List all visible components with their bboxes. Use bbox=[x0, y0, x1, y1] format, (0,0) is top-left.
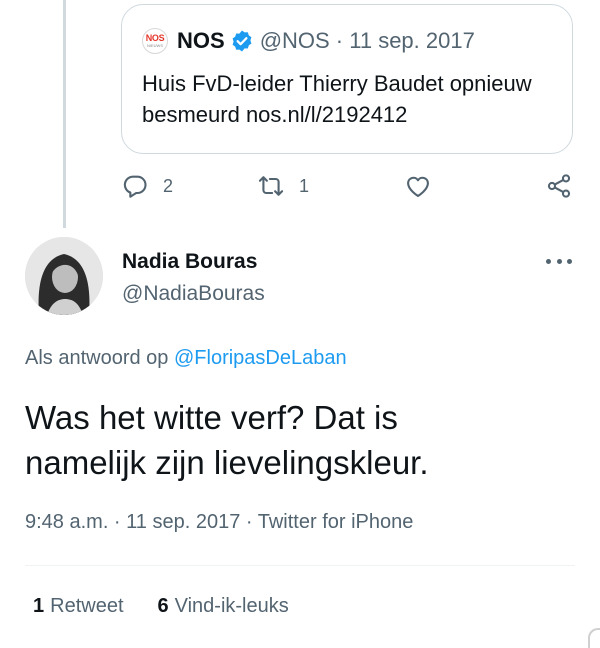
retweet-button[interactable]: 1 bbox=[257, 172, 309, 200]
likes-stat[interactable]: 6 Vind-ik-leuks bbox=[158, 595, 289, 618]
nos-logo-text: NOS bbox=[145, 33, 165, 43]
nos-logo-subtext: NIEUWS bbox=[147, 43, 163, 48]
nos-avatar[interactable]: NOS NIEUWS bbox=[142, 28, 168, 54]
quoted-tweet-header: NOS NIEUWS NOS @NOS · 11 sep. 2017 bbox=[142, 27, 552, 55]
more-dot bbox=[556, 258, 562, 264]
author-avatar[interactable] bbox=[25, 237, 103, 315]
tweet-text-line: Was het witte verf? Dat is bbox=[25, 399, 398, 436]
quoted-tweet-meta: @NOS · 11 sep. 2017 bbox=[259, 28, 475, 53]
retweets-stat[interactable]: 1 Retweet bbox=[33, 595, 124, 618]
share-icon bbox=[547, 174, 571, 198]
reply-mention-link[interactable]: @FloripasDeLaban bbox=[174, 347, 347, 369]
quoted-tweet-text-line: besmeurd nos.nl/l/2192412 bbox=[142, 102, 408, 127]
reply-context: Als antwoord op @FloripasDeLaban bbox=[25, 347, 347, 370]
tweet-text: Was het witte verf? Dat is namelijk zijn… bbox=[25, 395, 585, 485]
author-avatar-photo bbox=[25, 237, 103, 315]
reply-button[interactable]: 2 bbox=[121, 172, 173, 200]
thread-connector-line bbox=[63, 0, 66, 228]
more-dot bbox=[567, 258, 572, 264]
reply-count: 2 bbox=[163, 175, 174, 196]
reply-prefix: Als antwoord op bbox=[25, 347, 169, 369]
tweet-action-bar: 2 1 bbox=[121, 172, 581, 204]
more-dot bbox=[546, 258, 551, 264]
retweet-count: 1 bbox=[299, 175, 310, 196]
tweet-timestamp-source[interactable]: 9:48 a.m. · 11 sep. 2017 · Twitter for i… bbox=[25, 511, 413, 534]
author-name[interactable]: Nadia Bouras bbox=[122, 250, 257, 274]
scroll-edge-indicator bbox=[588, 628, 600, 648]
likes-count: 6 bbox=[157, 595, 169, 617]
retweets-count: 1 bbox=[33, 595, 45, 617]
quoted-tweet-text: Huis FvD-leider Thierry Baudet opnieuw b… bbox=[142, 68, 552, 130]
tweet-detail-view: NOS NIEUWS NOS @NOS · 11 sep. 2017 Huis … bbox=[0, 0, 600, 648]
retweet-icon bbox=[258, 176, 284, 196]
like-icon bbox=[407, 176, 429, 197]
share-button[interactable] bbox=[545, 172, 573, 200]
more-options-icon[interactable] bbox=[546, 251, 572, 271]
likes-label: Vind-ik-leuks bbox=[174, 595, 289, 617]
like-button[interactable] bbox=[404, 172, 432, 200]
verified-badge-icon bbox=[232, 30, 252, 52]
quoted-tweet-text-line: Huis FvD-leider Thierry Baudet opnieuw bbox=[142, 71, 532, 96]
quoted-author-name[interactable]: NOS bbox=[177, 28, 225, 54]
tweet-stats: 1 Retweet 6 Vind-ik-leuks bbox=[33, 595, 289, 618]
reply-icon bbox=[123, 175, 147, 198]
divider bbox=[25, 565, 575, 566]
author-handle[interactable]: @NadiaBouras bbox=[122, 282, 265, 306]
quoted-tweet-card[interactable]: NOS NIEUWS NOS @NOS · 11 sep. 2017 Huis … bbox=[121, 4, 573, 154]
tweet-text-line: namelijk zijn lievelingskleur. bbox=[25, 444, 429, 481]
retweets-label: Retweet bbox=[50, 595, 124, 617]
